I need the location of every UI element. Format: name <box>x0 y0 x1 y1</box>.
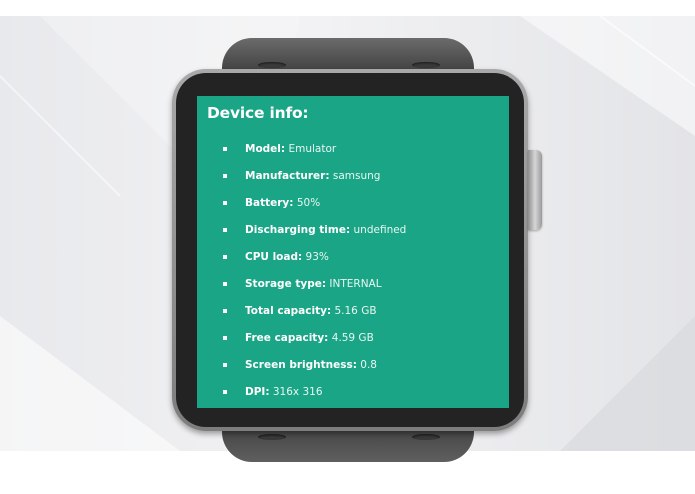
info-label: Model: <box>245 143 286 155</box>
device-info-title: Device info: <box>207 104 309 122</box>
info-label: Storage type: <box>245 278 327 290</box>
bullet-icon <box>223 147 227 151</box>
info-value: 0.8 <box>360 359 377 371</box>
strap-rivet <box>258 434 286 440</box>
bullet-icon <box>223 390 227 394</box>
watch-side-button[interactable] <box>528 150 542 230</box>
info-value: 316x 316 <box>272 386 323 398</box>
bullet-icon <box>223 309 227 313</box>
strap-rivet <box>412 434 440 440</box>
info-label: CPU load: <box>245 251 303 263</box>
strap-rivet <box>258 62 286 68</box>
info-value: 93% <box>305 251 329 263</box>
bullet-icon <box>223 255 227 259</box>
bullet-icon <box>223 201 227 205</box>
info-label: DPI: <box>245 386 270 398</box>
bullet-icon <box>223 336 227 340</box>
watch-screen: Device info: Model: Emulator Manufacture… <box>197 96 509 408</box>
info-label: Total capacity: <box>245 305 332 317</box>
info-value: 5.16 GB <box>334 305 377 317</box>
info-label: Free capacity: <box>245 332 329 344</box>
info-value: 4.59 GB <box>331 332 374 344</box>
info-label: Screen brightness: <box>245 359 357 371</box>
info-value: Emulator <box>288 143 337 155</box>
top-margin <box>0 0 695 16</box>
info-value: INTERNAL <box>329 278 382 290</box>
info-label: Manufacturer: <box>245 170 330 182</box>
info-value: undefined <box>353 224 407 236</box>
bullet-icon <box>223 228 227 232</box>
info-value: 50% <box>296 197 321 209</box>
bullet-icon <box>223 174 227 178</box>
info-label: Battery: <box>245 197 294 209</box>
strap-rivet <box>412 62 440 68</box>
bullet-icon <box>223 282 227 286</box>
info-label: Discharging time: <box>245 224 351 236</box>
info-value: samsung <box>332 170 381 182</box>
bullet-icon <box>223 363 227 367</box>
